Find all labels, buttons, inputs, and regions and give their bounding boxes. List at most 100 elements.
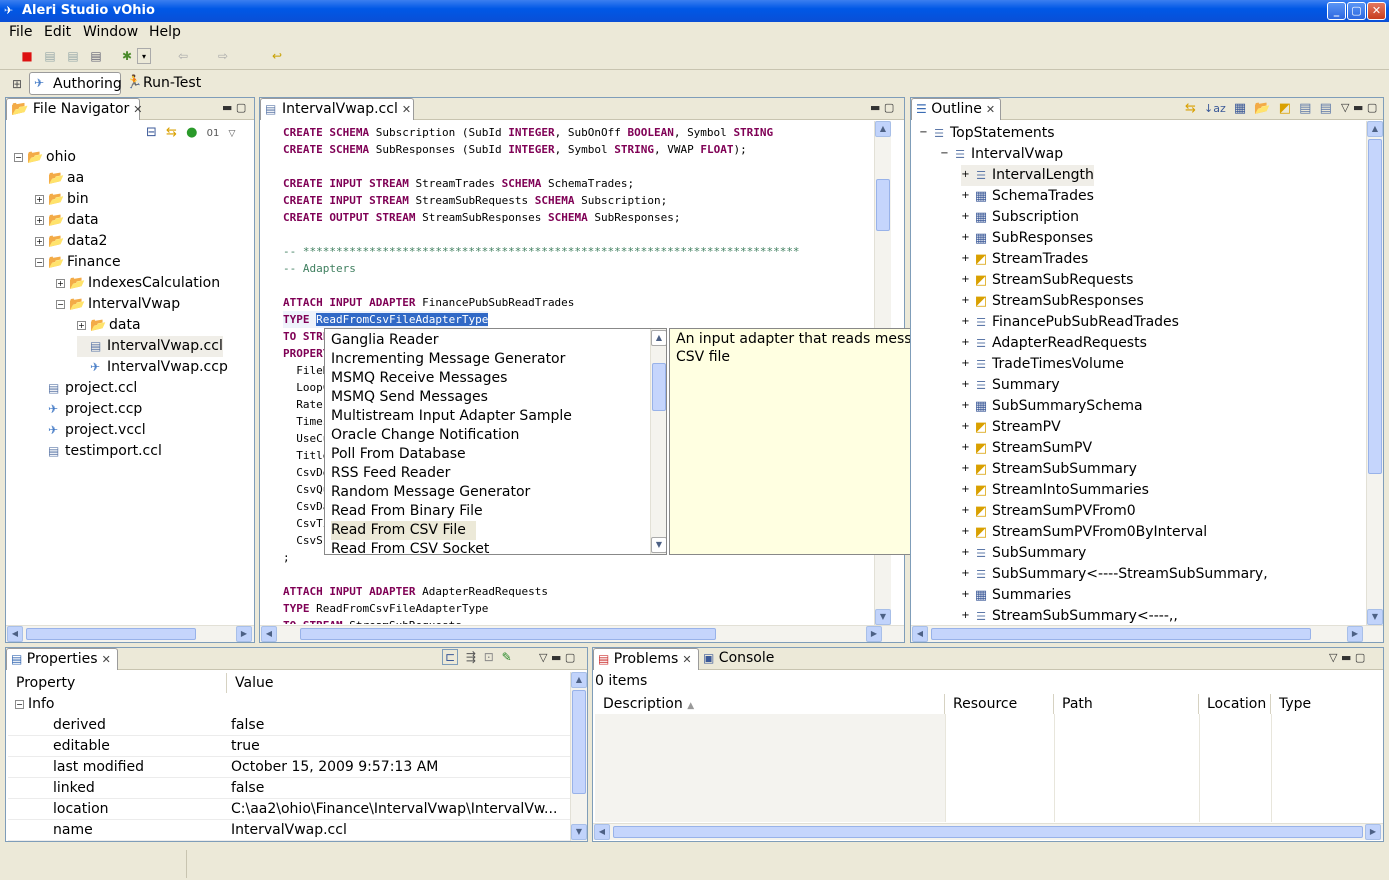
table-icon[interactable]: ▦: [1234, 101, 1246, 116]
tab-console[interactable]: ▣ Console: [703, 650, 774, 666]
expand-icon[interactable]: +: [961, 379, 970, 390]
file-icon[interactable]: ▤: [1299, 101, 1311, 116]
scroll-right-icon[interactable]: ▶: [1347, 626, 1363, 642]
tree-item[interactable]: +▤IntervalVwap.ccl: [77, 336, 223, 357]
completion-item[interactable]: Multistream Input Adapter Sample: [331, 407, 572, 426]
outline-item[interactable]: + ☰ StreamSubSummary<----,,: [961, 606, 1178, 623]
completion-item[interactable]: Incrementing Message Generator: [331, 350, 565, 369]
outline-item[interactable]: + ◩ StreamSumPVFrom0: [961, 501, 1135, 522]
scroll-up-icon[interactable]: ▲: [571, 672, 587, 688]
menu-window[interactable]: Window: [83, 24, 138, 40]
tree-item[interactable]: +▤project.ccl: [35, 378, 137, 399]
menu-help[interactable]: Help: [149, 24, 181, 40]
expand-icon[interactable]: +: [961, 421, 970, 432]
outline-item[interactable]: + ◩ StreamIntoSummaries: [961, 480, 1149, 501]
collapse-icon[interactable]: −: [919, 127, 928, 138]
debug-icon[interactable]: ✱: [119, 48, 135, 64]
scroll-left-icon[interactable]: ◀: [7, 626, 23, 642]
expand-icon[interactable]: +: [961, 442, 970, 453]
close-button[interactable]: ✕: [1367, 2, 1386, 20]
expand-icon[interactable]: +: [961, 526, 970, 537]
scroll-right-icon[interactable]: ▶: [866, 626, 882, 642]
collapse-icon[interactable]: −: [35, 257, 44, 267]
close-tab-icon[interactable]: ✕: [402, 103, 411, 116]
expand-icon[interactable]: +: [961, 190, 970, 201]
back-icon[interactable]: ⇦: [175, 48, 191, 64]
outline-item[interactable]: + ▦ Summaries: [961, 585, 1071, 606]
outline-vscrollbar[interactable]: ▲ ▼: [1366, 121, 1383, 626]
expand-icon[interactable]: +: [961, 337, 970, 348]
file-icon[interactable]: ▤: [1320, 101, 1332, 116]
outline-item[interactable]: + ▦ SubSummarySchema: [961, 396, 1142, 417]
completion-item[interactable]: Read From Binary File: [331, 502, 483, 521]
expand-icon[interactable]: +: [961, 547, 970, 558]
pin-icon[interactable]: ✎: [502, 650, 512, 664]
stop-icon[interactable]: ■: [19, 48, 35, 64]
scroll-thumb[interactable]: [613, 826, 1363, 838]
tab-editor-file[interactable]: ▤ IntervalVwap.ccl ✕: [260, 98, 414, 120]
scroll-thumb[interactable]: [300, 628, 716, 640]
close-tab-icon[interactable]: ✕: [133, 103, 142, 116]
collapse-icon[interactable]: −: [56, 299, 65, 309]
completion-item[interactable]: Oracle Change Notification: [331, 426, 519, 445]
restore-default-icon[interactable]: ⊡: [484, 650, 494, 664]
expand-icon[interactable]: +: [961, 295, 970, 306]
expand-icon[interactable]: +: [961, 400, 970, 411]
save-all-icon[interactable]: ▤: [65, 48, 81, 64]
completion-item[interactable]: Read From CSV Socket: [331, 540, 489, 554]
expand-icon[interactable]: +: [35, 215, 44, 225]
expand-icon[interactable]: +: [35, 236, 44, 246]
minimize-button[interactable]: _: [1327, 2, 1346, 20]
properties-vscrollbar[interactable]: ▲ ▼: [570, 672, 587, 841]
expand-icon[interactable]: +: [961, 274, 970, 285]
maximize-editor-icon[interactable]: ▬ ▢: [870, 101, 894, 114]
completion-item[interactable]: Poll From Database: [331, 445, 466, 464]
outline-item[interactable]: + ☰ FinancePubSubReadTrades: [961, 312, 1179, 333]
categories-icon[interactable]: ⊏: [442, 649, 459, 665]
tree-item[interactable]: − 📂 IntervalVwap: [56, 294, 180, 315]
outline-item[interactable]: + ▦ SchemaTrades: [961, 186, 1094, 207]
outline-item[interactable]: + ◩ StreamSumPVFrom0ByInterval: [961, 522, 1207, 543]
scroll-up-icon[interactable]: ▲: [875, 121, 891, 137]
expand-icon[interactable]: +: [961, 484, 970, 495]
save-as-icon[interactable]: ▤: [88, 48, 104, 64]
close-tab-icon[interactable]: ✕: [102, 653, 111, 666]
outline-item[interactable]: + ☰ AdapterReadRequests: [961, 333, 1147, 354]
save-icon[interactable]: ▤: [42, 48, 58, 64]
tree-item[interactable]: +✈project.ccp: [35, 399, 142, 420]
perspective-run-test[interactable]: 🏃 Run-Test: [126, 72, 216, 95]
tree-item[interactable]: +📂aa: [35, 168, 84, 189]
tree-item[interactable]: + 📂 IndexesCalculation: [56, 273, 220, 294]
outline-hscrollbar[interactable]: ◀ ▶: [911, 625, 1383, 642]
problems-hscrollbar[interactable]: ◀ ▶: [593, 823, 1383, 840]
outline-item[interactable]: + ◩ StreamSubRequests: [961, 270, 1133, 291]
scroll-thumb[interactable]: [572, 690, 586, 794]
property-row[interactable]: derived false: [8, 715, 574, 736]
property-row[interactable]: location C:\aa2\ohio\Finance\IntervalVwap…: [8, 799, 574, 820]
completion-item[interactable]: RSS Feed Reader: [331, 464, 450, 483]
completion-item[interactable]: MSMQ Receive Messages: [331, 369, 507, 388]
tree-item[interactable]: + 📂 data2: [35, 231, 107, 252]
tree-item[interactable]: − 📂 ohio: [14, 147, 76, 168]
expand-icon[interactable]: +: [961, 253, 970, 264]
scroll-down-icon[interactable]: ▼: [1367, 609, 1383, 625]
outline-item[interactable]: + ▦ SubResponses: [961, 228, 1093, 249]
tree-item[interactable]: +▤testimport.ccl: [35, 441, 162, 462]
property-group-info[interactable]: − Info: [8, 694, 574, 715]
minimize-view-icon[interactable]: ▬ ▢: [222, 101, 246, 114]
folder-icon[interactable]: 📂: [1254, 101, 1270, 116]
outline-item[interactable]: − ☰ TopStatements: [919, 123, 1054, 144]
expand-icon[interactable]: +: [961, 316, 970, 327]
minimize-view-icon[interactable]: ▽ ▬ ▢: [1341, 101, 1377, 114]
tree-item[interactable]: +✈IntervalVwap.ccp: [77, 357, 228, 378]
sort-icon[interactable]: ↓az: [1204, 102, 1226, 115]
expand-icon[interactable]: +: [961, 232, 970, 243]
scroll-up-icon[interactable]: ▲: [1367, 121, 1383, 137]
completion-item[interactable]: Read From CSV File: [331, 521, 476, 540]
scroll-up-icon[interactable]: ▲: [651, 330, 666, 346]
col-description[interactable]: Description ▲: [595, 694, 945, 714]
property-row[interactable]: editable true: [8, 736, 574, 757]
close-tab-icon[interactable]: ✕: [986, 103, 995, 116]
menu-edit[interactable]: Edit: [44, 24, 71, 40]
last-edit-icon[interactable]: ↩: [269, 48, 285, 64]
